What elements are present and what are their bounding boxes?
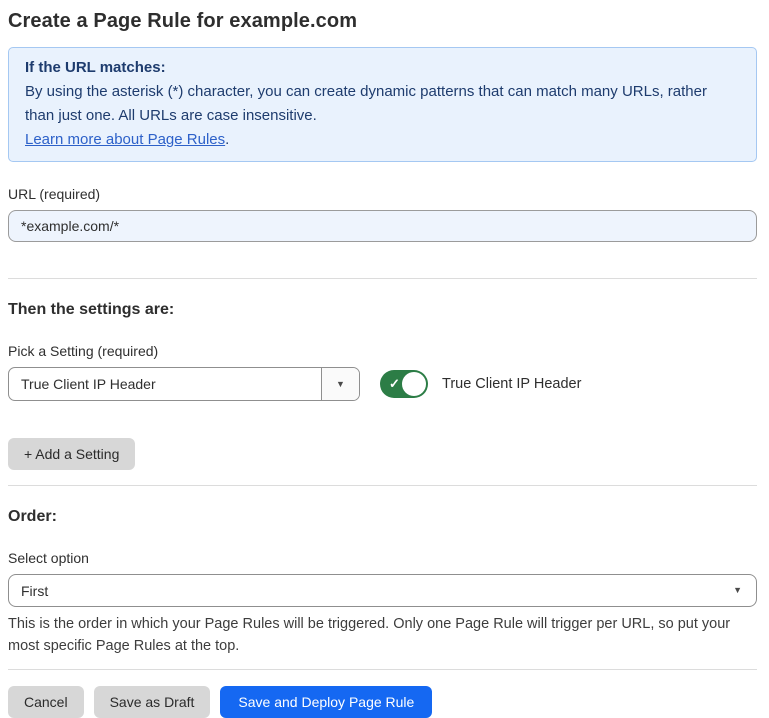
page-rule-form: Create a Page Rule for example.com If th…	[0, 0, 769, 718]
order-section-heading: Order:	[8, 508, 757, 526]
url-field-label: URL (required)	[8, 186, 757, 202]
page-title: Create a Page Rule for example.com	[8, 10, 757, 33]
order-select[interactable]: First ▼	[8, 574, 757, 607]
info-box-body: By using the asterisk (*) character, you…	[25, 83, 707, 124]
setting-row: True Client IP Header ▼ ✓ True Client IP…	[8, 367, 757, 401]
section-divider	[8, 485, 757, 486]
save-draft-button[interactable]: Save as Draft	[94, 686, 211, 718]
save-deploy-button[interactable]: Save and Deploy Page Rule	[220, 686, 432, 718]
info-box-link-line: Learn more about Page Rules.	[25, 128, 740, 152]
order-select-label: Select option	[8, 550, 757, 566]
url-input[interactable]	[8, 210, 757, 242]
settings-section-heading: Then the settings are:	[8, 301, 757, 319]
toggle-knob	[402, 372, 426, 396]
setting-select-value: True Client IP Header	[9, 376, 156, 392]
caret-down-icon: ▼	[336, 380, 345, 389]
footer-divider	[8, 669, 757, 670]
url-match-info-box: If the URL matches: By using the asteris…	[8, 47, 757, 162]
cancel-button[interactable]: Cancel	[8, 686, 84, 718]
setting-toggle[interactable]: ✓	[380, 370, 428, 398]
link-suffix: .	[225, 131, 229, 148]
setting-select[interactable]: True Client IP Header ▼	[8, 367, 360, 401]
setting-picker-label: Pick a Setting (required)	[8, 343, 757, 359]
setting-toggle-label: True Client IP Header	[442, 376, 581, 392]
info-box-heading: If the URL matches:	[25, 56, 740, 80]
setting-select-caret-box: ▼	[321, 368, 359, 400]
order-help-text: This is the order in which your Page Rul…	[8, 613, 757, 657]
order-select-value: First	[21, 583, 48, 599]
check-icon: ✓	[389, 376, 400, 392]
caret-down-icon: ▼	[733, 586, 742, 595]
add-setting-button[interactable]: + Add a Setting	[8, 438, 135, 470]
footer-actions: Cancel Save as Draft Save and Deploy Pag…	[8, 686, 757, 718]
section-divider	[8, 278, 757, 279]
learn-more-link[interactable]: Learn more about Page Rules	[25, 131, 225, 148]
